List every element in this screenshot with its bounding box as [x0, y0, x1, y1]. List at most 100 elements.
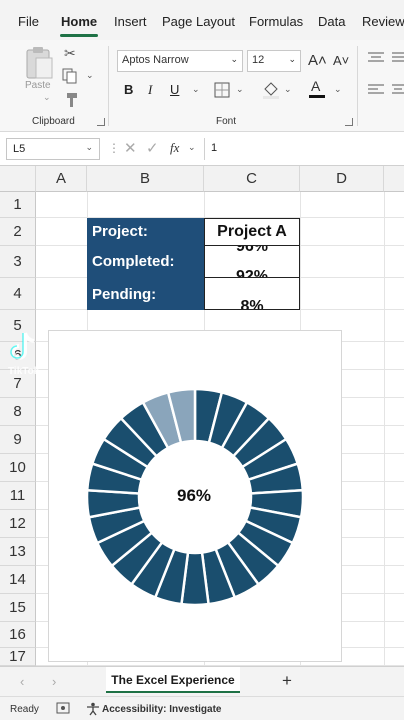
column-header-a[interactable]: A: [36, 166, 87, 192]
borders-icon[interactable]: [214, 82, 230, 98]
pending-value-cell[interactable]: 8%: [204, 278, 300, 310]
row-header[interactable]: 2: [0, 218, 36, 246]
tab-review[interactable]: Review: [362, 14, 404, 29]
active-tab-indicator: [60, 34, 98, 37]
paste-icon[interactable]: [24, 46, 54, 80]
tab-formulas[interactable]: Formulas: [249, 14, 303, 29]
font-name-select[interactable]: Aptos Narrow ⌄: [117, 50, 243, 72]
copy-icon[interactable]: [62, 68, 78, 84]
tab-file[interactable]: File: [18, 14, 39, 29]
accessibility-status[interactable]: Accessibility: Investigate: [102, 704, 222, 715]
row-header[interactable]: 8: [0, 398, 36, 426]
row-header[interactable]: 14: [0, 566, 36, 594]
font-size-select[interactable]: 12 ⌄: [247, 50, 301, 72]
completed-value: 96%: [235, 246, 269, 255]
font-color-dropdown-icon[interactable]: ⌄: [334, 84, 342, 95]
font-color-icon[interactable]: A: [311, 78, 320, 94]
format-painter-icon[interactable]: [62, 92, 78, 108]
tab-insert[interactable]: Insert: [114, 14, 147, 29]
chevron-down-icon: ⌄: [85, 142, 93, 152]
row-header[interactable]: 15: [0, 594, 36, 622]
tab-home[interactable]: Home: [61, 14, 97, 29]
clipboard-group-label: Clipboard: [32, 116, 75, 127]
column-header-c[interactable]: C: [204, 166, 300, 192]
row-header[interactable]: 16: [0, 622, 36, 648]
bold-button[interactable]: B: [124, 82, 133, 97]
ribbon: Paste ⌄ ✂ ⌄ Clipboard Aptos Narrow ⌄ 12 …: [0, 40, 404, 132]
doughnut-chart-svg: 96%: [85, 387, 305, 607]
name-box-value: L5: [13, 143, 26, 155]
fx-dropdown-icon[interactable]: ⌄: [188, 142, 196, 153]
enter-check-icon[interactable]: ✓: [146, 139, 159, 157]
watermark-logo: TikTok: [8, 330, 48, 382]
project-label-cell[interactable]: Project:: [87, 218, 204, 246]
column-header-b[interactable]: B: [87, 166, 204, 192]
paste-dropdown-icon[interactable]: ⌄: [43, 92, 51, 103]
status-ready: Ready: [10, 704, 39, 715]
cut-icon[interactable]: ✂: [64, 46, 76, 60]
underline-dropdown-icon[interactable]: ⌄: [192, 84, 200, 95]
row-header[interactable]: 9: [0, 426, 36, 454]
completed-value-cell[interactable]: 96% 92%: [204, 246, 300, 278]
pending-label-cell[interactable]: Pending:: [87, 278, 204, 310]
align-top-icon[interactable]: [368, 52, 384, 64]
underline-button[interactable]: U: [170, 82, 179, 97]
row-header[interactable]: 11: [0, 482, 36, 510]
font-dialog-launcher-icon[interactable]: [345, 118, 353, 126]
italic-button[interactable]: I: [148, 82, 152, 98]
ribbon-tab-bar: File Home Insert Page Layout Formulas Da…: [0, 0, 404, 40]
fill-color-dropdown-icon[interactable]: ⌄: [284, 84, 292, 95]
scroll-tabs-left-icon[interactable]: ‹: [20, 674, 24, 689]
ribbon-separator: [357, 46, 358, 126]
fill-color-icon[interactable]: [262, 80, 280, 100]
font-color-swatch: [309, 95, 325, 98]
font-group-label: Font: [216, 116, 237, 127]
row-header[interactable]: 1: [0, 192, 36, 218]
ribbon-separator: [108, 46, 109, 126]
increase-font-size-icon[interactable]: A˄: [308, 52, 327, 69]
chart-center-label: 96%: [177, 486, 211, 505]
row-header[interactable]: 17: [0, 648, 36, 666]
sheet-tab-bar: ‹ › The Excel Experience +: [0, 666, 404, 696]
project-value-cell[interactable]: Project A: [204, 218, 300, 246]
doughnut-chart[interactable]: 96%: [48, 330, 342, 662]
gridline: [384, 192, 385, 666]
formula-input[interactable]: 1: [204, 138, 400, 160]
borders-dropdown-icon[interactable]: ⌄: [236, 84, 244, 95]
more-icon[interactable]: ⋮: [108, 141, 120, 155]
font-name-value: Aptos Narrow: [122, 54, 189, 66]
clipboard-dialog-launcher-icon[interactable]: [97, 118, 105, 126]
font-size-value: 12: [252, 54, 265, 66]
select-all-corner[interactable]: [0, 166, 36, 192]
copy-dropdown-icon[interactable]: ⌄: [86, 70, 94, 81]
add-sheet-button[interactable]: +: [282, 671, 292, 691]
pending-value: 8%: [240, 298, 264, 310]
macro-recording-icon[interactable]: [56, 702, 70, 715]
column-header-e[interactable]: [384, 166, 404, 192]
tab-page-layout[interactable]: Page Layout: [162, 14, 235, 29]
row-header[interactable]: 3: [0, 246, 36, 278]
column-header-d[interactable]: D: [300, 166, 384, 192]
decrease-font-size-icon[interactable]: A˅: [333, 53, 349, 68]
completed-label-cell[interactable]: Completed:: [87, 246, 204, 278]
align-middle-icon[interactable]: [392, 52, 404, 64]
align-left-icon[interactable]: [368, 84, 384, 96]
sheet-tab-active[interactable]: The Excel Experience: [106, 667, 240, 693]
tab-data[interactable]: Data: [318, 14, 345, 29]
formula-value: 1: [211, 142, 218, 154]
row-header[interactable]: 4: [0, 278, 36, 310]
chevron-down-icon: ⌄: [230, 54, 238, 64]
overlap-value: 92%: [235, 268, 269, 278]
accessibility-icon[interactable]: [86, 702, 100, 716]
name-box[interactable]: L5 ⌄: [6, 138, 100, 160]
cancel-icon[interactable]: ✕: [124, 139, 137, 157]
row-header[interactable]: 10: [0, 454, 36, 482]
paste-label[interactable]: Paste: [25, 80, 51, 91]
scroll-tabs-right-icon[interactable]: ›: [52, 674, 56, 689]
row-header[interactable]: 12: [0, 510, 36, 538]
align-center-icon[interactable]: [392, 84, 404, 96]
insert-function-icon[interactable]: fx: [170, 140, 179, 156]
formula-bar: L5 ⌄ ⋮ ✕ ✓ fx ⌄ 1: [0, 132, 404, 166]
watermark-brand: TikTok: [8, 366, 40, 377]
row-header[interactable]: 13: [0, 538, 36, 566]
